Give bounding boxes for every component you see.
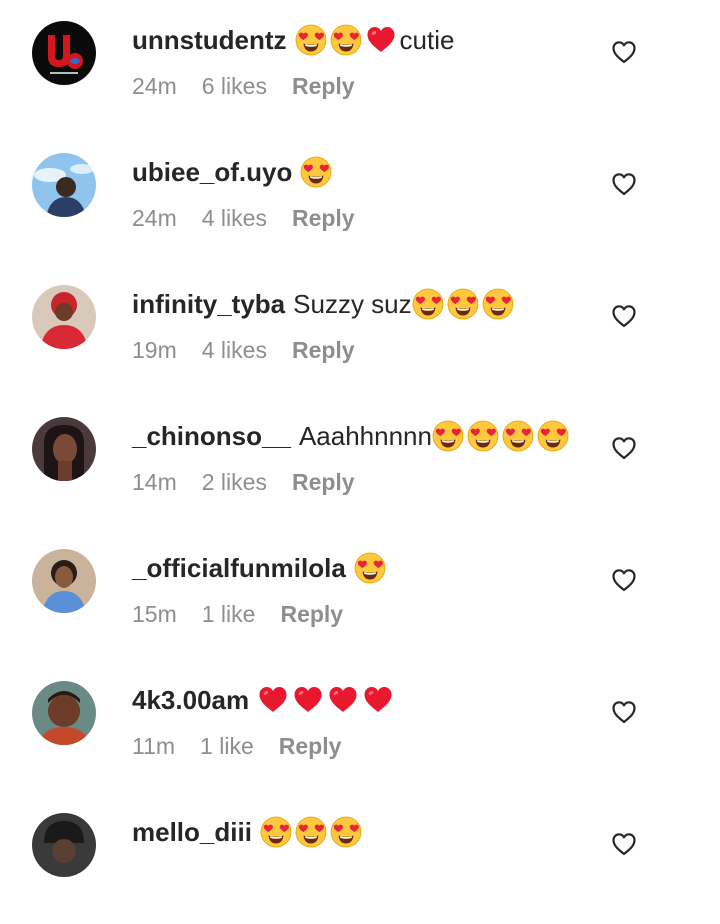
comment-text-line: 4k3.00am bbox=[132, 680, 397, 720]
comment-meta: 11m 1 like Reply bbox=[132, 733, 341, 760]
heart-eyes-emoji-icon bbox=[482, 288, 514, 320]
like-heart-icon[interactable] bbox=[610, 566, 638, 594]
comment-timestamp: 24m bbox=[132, 73, 177, 99]
reply-button[interactable]: Reply bbox=[292, 337, 355, 364]
comment-likes-count[interactable]: 4 likes bbox=[202, 205, 267, 232]
comment-text-line: _chinonso__ Aaahhnnnn bbox=[132, 416, 572, 456]
heart-eyes-emoji-icon bbox=[300, 156, 332, 188]
comment-username[interactable]: mello_diii bbox=[132, 817, 252, 848]
avatar[interactable] bbox=[32, 21, 96, 85]
like-heart-icon[interactable] bbox=[610, 830, 638, 858]
comment-timestamp: 15m bbox=[132, 601, 177, 627]
heart-eyes-emoji-icon bbox=[354, 552, 386, 584]
comment-username[interactable]: 4k3.00am bbox=[132, 685, 249, 716]
comment-item: ubiee_of.uyo 24m 4 likes Reply bbox=[0, 132, 720, 264]
red-heart-emoji-icon bbox=[257, 684, 289, 716]
comment-likes-count[interactable]: 1 like bbox=[202, 601, 256, 628]
comment-timestamp: 19m bbox=[132, 337, 177, 363]
heart-eyes-emoji-icon bbox=[432, 420, 464, 452]
reply-button[interactable]: Reply bbox=[280, 601, 343, 628]
comment-meta: 19m 4 likes Reply bbox=[132, 337, 355, 364]
comment-meta: 24m 4 likes Reply bbox=[132, 205, 355, 232]
comment-item: 4k3.00am 11m 1 like Reply bbox=[0, 660, 720, 792]
comment-text-line: unnstudentz cutie bbox=[132, 20, 454, 60]
reply-button[interactable]: Reply bbox=[279, 733, 342, 760]
like-heart-icon[interactable] bbox=[610, 170, 638, 198]
comment-likes-count[interactable]: 6 likes bbox=[202, 73, 267, 100]
red-heart-emoji-icon bbox=[292, 684, 324, 716]
comment-meta: 14m 2 likes Reply bbox=[132, 469, 355, 496]
avatar[interactable] bbox=[32, 153, 96, 217]
comment-body: Suzzy suz bbox=[293, 288, 412, 319]
avatar[interactable] bbox=[32, 681, 96, 745]
comment-item: mello_diii bbox=[0, 792, 720, 924]
comment-likes-count[interactable]: 1 like bbox=[200, 733, 254, 760]
red-heart-emoji-icon bbox=[362, 684, 394, 716]
comment-timestamp: 14m bbox=[132, 469, 177, 495]
comment-text-line: mello_diii bbox=[132, 812, 365, 852]
comment-body: cutie bbox=[399, 24, 455, 55]
comment-username[interactable]: _chinonso__ bbox=[132, 421, 291, 452]
comment-likes-count[interactable]: 2 likes bbox=[202, 469, 267, 496]
avatar[interactable] bbox=[32, 417, 96, 481]
comment-likes-count[interactable]: 4 likes bbox=[202, 337, 267, 364]
red-heart-emoji-icon bbox=[365, 24, 397, 56]
heart-eyes-emoji-icon bbox=[260, 816, 292, 848]
comment-item: unnstudentz cutie 24m 6 likes Reply bbox=[0, 0, 720, 132]
red-heart-emoji-icon bbox=[327, 684, 359, 716]
comment-username[interactable]: _officialfunmilola bbox=[132, 553, 346, 584]
heart-eyes-emoji-icon bbox=[447, 288, 479, 320]
comment-item: _officialfunmilola 15m 1 like Reply bbox=[0, 528, 720, 660]
heart-eyes-emoji-icon bbox=[330, 816, 362, 848]
comment-item: infinity_tyba Suzzy suz 19m 4 likes Reply bbox=[0, 264, 720, 396]
reply-button[interactable]: Reply bbox=[292, 205, 355, 232]
reply-button[interactable]: Reply bbox=[292, 73, 355, 100]
heart-eyes-emoji-icon bbox=[502, 420, 534, 452]
like-heart-icon[interactable] bbox=[610, 302, 638, 330]
heart-eyes-emoji-icon bbox=[467, 420, 499, 452]
comment-username[interactable]: infinity_tyba bbox=[132, 289, 285, 320]
comment-meta: 24m 6 likes Reply bbox=[132, 73, 355, 100]
avatar[interactable] bbox=[32, 813, 96, 877]
like-heart-icon[interactable] bbox=[610, 38, 638, 66]
comment-item: _chinonso__ Aaahhnnnn 14m 2 likes Reply bbox=[0, 396, 720, 528]
avatar[interactable] bbox=[32, 285, 96, 349]
heart-eyes-emoji-icon bbox=[537, 420, 569, 452]
comment-username[interactable]: ubiee_of.uyo bbox=[132, 157, 292, 188]
comment-meta: 15m 1 like Reply bbox=[132, 601, 343, 628]
reply-button[interactable]: Reply bbox=[292, 469, 355, 496]
heart-eyes-emoji-icon bbox=[295, 816, 327, 848]
comment-timestamp: 24m bbox=[132, 205, 177, 231]
heart-eyes-emoji-icon bbox=[295, 24, 327, 56]
comment-body: Aaahhnnnn bbox=[298, 420, 432, 451]
comment-text-line: ubiee_of.uyo bbox=[132, 152, 335, 192]
comment-timestamp: 11m bbox=[132, 733, 176, 759]
like-heart-icon[interactable] bbox=[610, 434, 638, 462]
comment-text-line: _officialfunmilola bbox=[132, 548, 389, 588]
heart-eyes-emoji-icon bbox=[412, 288, 444, 320]
comment-text-line: infinity_tyba Suzzy suz bbox=[132, 284, 517, 324]
like-heart-icon[interactable] bbox=[610, 698, 638, 726]
comment-username[interactable]: unnstudentz bbox=[132, 25, 287, 56]
heart-eyes-emoji-icon bbox=[330, 24, 362, 56]
avatar[interactable] bbox=[32, 549, 96, 613]
